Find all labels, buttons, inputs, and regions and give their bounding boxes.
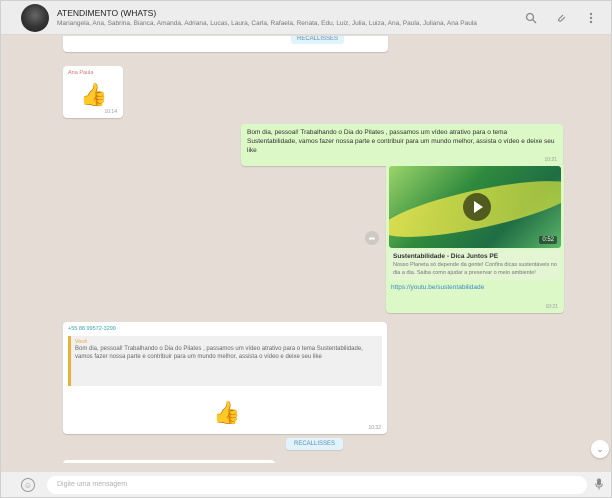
emoji-icon[interactable]: ☺ <box>21 478 35 492</box>
chat-info[interactable]: ATENDIMENTO (WHATS) Mariangela, Ana, Sab… <box>57 8 497 27</box>
recall-button[interactable]: RECALLISSES <box>286 438 344 450</box>
chat-header[interactable]: ATENDIMENTO (WHATS) Mariangela, Ana, Sab… <box>1 1 611 35</box>
video-link[interactable]: https://youtu.be/sustentabilidade <box>389 284 561 291</box>
message-time: 10:21 <box>545 304 558 310</box>
participants-list: Mariangela, Ana, Sabrina, Bianca, Amanda… <box>57 20 477 27</box>
header-actions <box>523 10 599 26</box>
link-preview[interactable]: Sustentabilidade - Dica Juntos PE Nosso … <box>389 250 561 280</box>
message-list[interactable]: RECALLISSES Ana Paula 👍 10:14 Bom dia, p… <box>1 36 611 463</box>
message-time: 10:32 <box>368 425 381 431</box>
paperclip-icon[interactable] <box>553 10 569 26</box>
thumbs-up: 👍 <box>80 82 108 107</box>
video-thumbnail[interactable]: 0:52 <box>389 166 561 248</box>
message-bubble[interactable]: RECALLISSES <box>63 36 388 52</box>
quoted-message[interactable]: Você Bom dia, pessoal! Trabalhando o Dia… <box>68 336 382 386</box>
mic-icon[interactable] <box>595 478 603 493</box>
forward-icon[interactable]: ➦ <box>365 231 379 245</box>
group-avatar[interactable] <box>21 3 49 32</box>
menu-icon[interactable] <box>583 10 599 26</box>
emoji-message[interactable]: Ana Paula 👍 10:14 <box>63 66 123 118</box>
message-time: 10:14 <box>104 109 117 115</box>
reply-message[interactable]: +55 88 99572-3290 Você Bom dia, pessoal!… <box>63 322 387 434</box>
chevron-down-icon[interactable]: ⌄ <box>591 440 609 458</box>
outgoing-message[interactable]: Bom dia, pessoal! Trabalhando o Dia do P… <box>241 124 563 166</box>
message-bubble[interactable] <box>63 460 275 463</box>
message-author: +55 88 99572-3290 <box>68 326 116 332</box>
search-icon[interactable] <box>523 10 539 26</box>
whatsapp-window: ATENDIMENTO (WHATS) Mariangela, Ana, Sab… <box>0 0 612 498</box>
message-input[interactable]: Digite uma mensagem <box>47 476 587 494</box>
quoted-text: Bom dia, pessoal! Trabalhando o Dia do P… <box>75 346 363 360</box>
recall-button[interactable]: RECALLISSES <box>291 36 345 44</box>
chat-title: ATENDIMENTO (WHATS) <box>57 8 157 18</box>
message-text: Bom dia, pessoal! Trabalhando o Dia do P… <box>247 129 555 154</box>
video-description: Nosso Planeta só depende da gente! Confi… <box>393 262 557 276</box>
compose-bar: ☺ Digite uma mensagem <box>1 471 611 497</box>
thumbs-up: 👍 <box>213 400 241 425</box>
message-author: Ana Paula <box>68 70 94 76</box>
video-message[interactable]: 0:52 Sustentabilidade - Dica Juntos PE N… <box>386 163 564 313</box>
video-title: Sustentabilidade - Dica Juntos PE <box>393 253 499 260</box>
play-icon[interactable] <box>463 193 491 221</box>
video-duration: 0:52 <box>539 236 557 244</box>
